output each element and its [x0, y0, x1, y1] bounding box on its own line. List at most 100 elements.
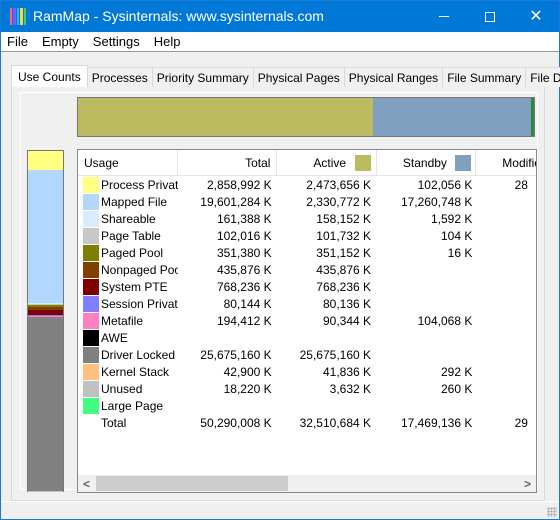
column-header-active[interactable]: Active: [277, 150, 377, 176]
tab-use-counts[interactable]: Use Counts: [11, 65, 88, 87]
usage-segment-mapped-file: [28, 170, 63, 303]
column-header-standby[interactable]: Standby: [377, 150, 477, 176]
scroll-thumb[interactable]: [96, 476, 288, 491]
usage-segment-process-private: [28, 151, 63, 171]
table-row[interactable]: Nonpaged Pool 435,876 K 435,876 K: [78, 261, 536, 278]
cell-total: 18,220 K: [223, 381, 272, 396]
cell-standby: 17,469,136 K: [400, 415, 473, 430]
column-header-modified[interactable]: Modifie: [476, 150, 536, 176]
resize-grip-icon[interactable]: [547, 507, 557, 517]
table-row[interactable]: Metafile 194,412 K 90,344 K 104,068 K: [78, 312, 536, 329]
usage-label: Large Page: [101, 398, 164, 413]
cell-active: 158,152 K: [316, 211, 372, 226]
table-row[interactable]: Paged Pool 351,380 K 351,152 K 16 K: [78, 244, 536, 261]
usage-color-swatch: [83, 312, 99, 329]
scroll-left-icon[interactable]: <: [78, 475, 95, 492]
table-row[interactable]: Session Private 80,144 K 80,136 K: [78, 295, 536, 312]
usage-label: Session Private: [101, 296, 179, 311]
menu-help[interactable]: Help: [148, 34, 187, 49]
state-segment-standby: [372, 98, 532, 136]
table-row[interactable]: Page Table 102,016 K 101,732 K 104 K: [78, 227, 536, 244]
cell-usage: Shareable: [78, 210, 178, 227]
minimize-button[interactable]: [421, 1, 467, 32]
table-row[interactable]: System PTE 768,236 K 768,236 K: [78, 278, 536, 295]
cell-usage: Process Private: [78, 176, 178, 193]
cell-modified: 29: [514, 415, 528, 430]
table-row[interactable]: Large Page: [78, 397, 536, 414]
title-bar[interactable]: RamMap - Sysinternals: www.sysinternals.…: [1, 1, 559, 32]
tab-physical-pages[interactable]: Physical Pages: [252, 67, 345, 87]
horizontal-scrollbar[interactable]: < >: [78, 475, 536, 492]
cell-usage: Metafile: [78, 312, 178, 329]
cell-active: 2,330,772 K: [306, 194, 372, 209]
table-row[interactable]: AWE: [78, 329, 536, 346]
maximize-button[interactable]: [467, 1, 513, 32]
cell-total: 768,236 K: [216, 279, 272, 294]
menu-file[interactable]: File: [1, 34, 34, 49]
table-row[interactable]: Total 50,290,008 K 32,510,684 K 17,469,136 …: [78, 414, 536, 431]
cell-usage: Unused: [78, 380, 178, 397]
tab-file-details[interactable]: File Details: [525, 67, 560, 87]
cell-standby: 17,260,748 K: [400, 194, 473, 209]
cell-active: 351,152 K: [316, 245, 372, 260]
cell-usage: Session Private: [78, 295, 179, 312]
standby-color-swatch: [454, 155, 471, 171]
usage-color-swatch: [83, 415, 99, 431]
usage-label: Paged Pool: [101, 245, 164, 260]
tab-processes[interactable]: Processes: [86, 67, 153, 87]
cell-usage: Total: [78, 415, 178, 431]
app-icon-stripe: [23, 8, 27, 25]
cell-usage: Page Table: [78, 227, 178, 244]
cell-active: 90,344 K: [322, 313, 372, 328]
table-row[interactable]: Shareable 161,388 K 158,152 K 1,592 K: [78, 210, 536, 227]
scroll-right-icon[interactable]: >: [519, 475, 536, 492]
state-segment-modified: [531, 98, 534, 136]
column-header-usage[interactable]: Usage: [78, 150, 179, 176]
tab-priority-summary[interactable]: Priority Summary: [151, 67, 254, 87]
usage-label: Kernel Stack: [101, 364, 170, 379]
cell-standby: 16 K: [447, 245, 473, 260]
use-counts-table: Usage Total Active Standby Modifie Proce…: [77, 149, 537, 493]
usage-label: Shareable: [101, 211, 156, 226]
usage-color-swatch: [83, 380, 99, 397]
cell-standby: 102,056 K: [417, 177, 473, 192]
usage-label: System PTE: [101, 279, 168, 294]
cell-active: 3,632 K: [329, 381, 372, 396]
menu-settings[interactable]: Settings: [87, 34, 146, 49]
maximize-icon: [485, 11, 495, 22]
usage-label: Nonpaged Pool: [101, 262, 179, 277]
table-body: Process Private 2,858,992 K 2,473,656 K 102…: [78, 176, 536, 431]
usage-color-swatch: [83, 278, 99, 295]
usage-label: Unused: [101, 381, 143, 396]
rammap-app-icon: [10, 8, 27, 25]
table-row[interactable]: Kernel Stack 42,900 K 41,836 K 292 K: [78, 363, 536, 380]
usage-label: AWE: [101, 330, 128, 345]
usage-color-swatch: [83, 210, 99, 227]
cell-total: 80,144 K: [223, 296, 272, 311]
cell-usage: Nonpaged Pool: [78, 261, 179, 278]
menu-empty[interactable]: Empty: [36, 34, 85, 49]
close-button[interactable]: ✕: [513, 1, 559, 32]
cell-total: 50,290,008 K: [200, 415, 272, 430]
column-header-standby-label: Standby: [402, 156, 447, 170]
menu-bar: File Empty Settings Help: [1, 32, 559, 52]
app-icon-stripe: [20, 8, 23, 25]
close-icon: ✕: [529, 7, 543, 25]
cell-total: 102,016 K: [216, 228, 272, 243]
usage-color-swatch: [83, 346, 99, 363]
usage-color-swatch: [83, 397, 99, 414]
table-row[interactable]: Driver Locked 25,675,160 K 25,675,160 K: [78, 346, 536, 363]
table-row[interactable]: Process Private 2,858,992 K 2,473,656 K 102…: [78, 176, 536, 193]
scroll-track[interactable]: [95, 475, 519, 492]
usage-color-swatch: [83, 363, 99, 380]
usage-label: Page Table: [101, 228, 161, 243]
table-row[interactable]: Mapped File 19,601,284 K 2,330,772 K 17,260…: [78, 193, 536, 210]
app-icon-stripe: [16, 8, 20, 25]
column-header-total[interactable]: Total: [178, 150, 278, 176]
table-row[interactable]: Unused 18,220 K 3,632 K 260 K: [78, 380, 536, 397]
usage-color-swatch: [83, 227, 99, 244]
tab-strip: Use Counts Processes Priority Summary Ph…: [11, 65, 560, 87]
tab-file-summary[interactable]: File Summary: [442, 67, 527, 87]
usage-color-swatch: [83, 295, 99, 312]
tab-physical-ranges[interactable]: Physical Ranges: [343, 67, 444, 87]
